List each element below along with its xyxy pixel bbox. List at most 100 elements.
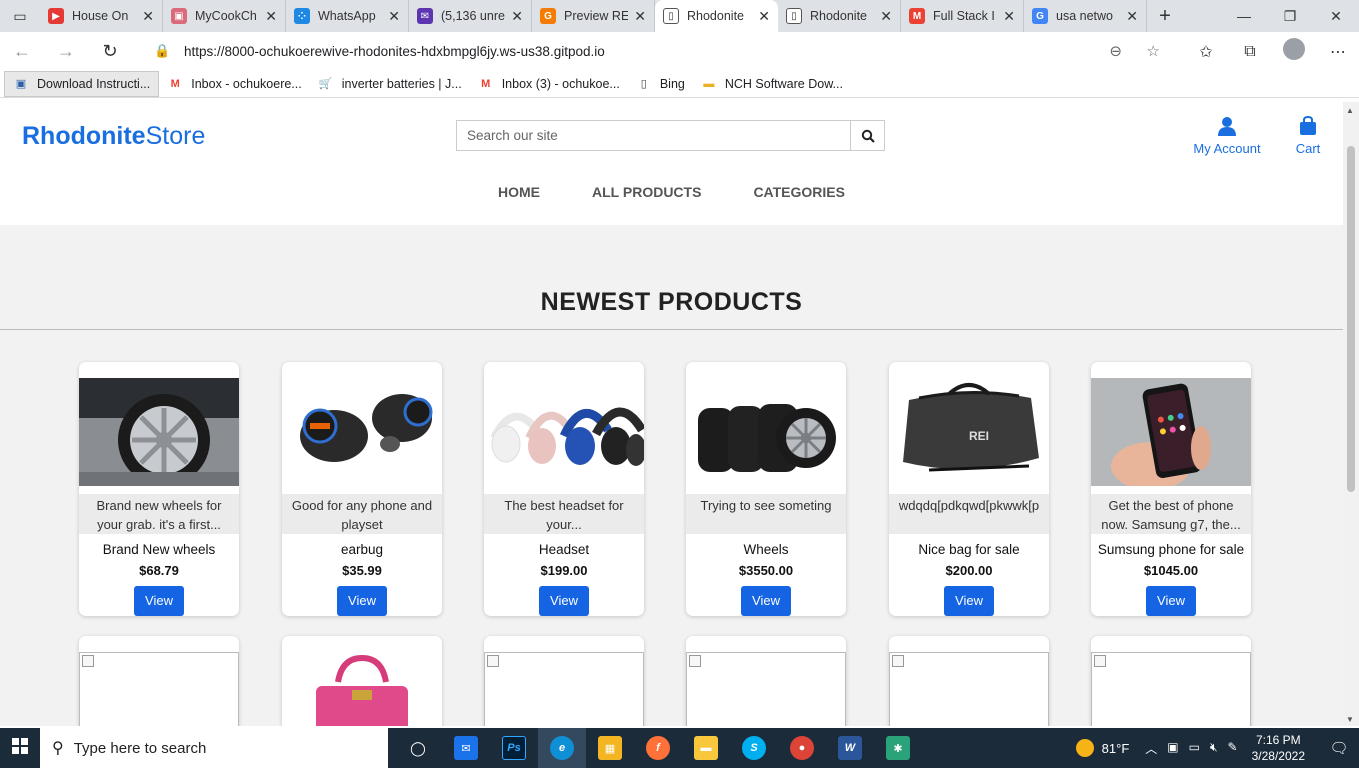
close-tab-icon[interactable]: ✕ — [634, 8, 646, 25]
view-product-button[interactable]: View — [539, 586, 589, 616]
refresh-icon[interactable]: ↻ — [88, 41, 132, 62]
task-view-icon[interactable]: ◯ — [394, 728, 442, 768]
pen-icon[interactable]: ✎ — [1228, 740, 1238, 757]
store-app-icon[interactable]: ▦ — [586, 728, 634, 768]
url-text[interactable]: https://8000-ochukoerewive-rhodonites-hd… — [184, 44, 605, 59]
view-product-button[interactable]: View — [741, 586, 791, 616]
file-explorer-icon[interactable]: ▬ — [682, 728, 730, 768]
bookmark-item[interactable]: M Inbox (3) - ochukoe... — [470, 71, 628, 97]
tab-title[interactable]: usa netwo — [1056, 9, 1120, 23]
logo-text-store[interactable]: Store — [146, 122, 206, 150]
device-icon[interactable]: ▣ — [1167, 740, 1178, 757]
tab-title[interactable]: (5,136 unre — [441, 9, 505, 23]
zoom-icon[interactable]: ⊖ — [1109, 42, 1122, 60]
close-tab-icon[interactable]: ✕ — [265, 8, 277, 25]
app-icon[interactable]: ✱ — [874, 728, 922, 768]
browser-tab[interactable]: G Preview RE ✕ — [532, 0, 655, 32]
cart-label[interactable]: Cart — [1296, 141, 1321, 156]
taskbar-search-placeholder[interactable]: Type here to search — [74, 740, 207, 757]
close-window-icon[interactable]: ✕ — [1313, 0, 1359, 32]
windows-start-icon[interactable] — [0, 737, 40, 759]
view-product-button[interactable]: View — [944, 586, 994, 616]
close-tab-icon[interactable]: ✕ — [880, 8, 892, 25]
bookmark-item[interactable]: 🛒 inverter batteries | J... — [310, 71, 470, 97]
user-icon[interactable] — [1192, 116, 1262, 141]
close-tab-icon[interactable]: ✕ — [511, 8, 523, 25]
bookmark-item[interactable]: ▯ Bing — [628, 71, 693, 97]
nav-link-all-products[interactable]: ALL PRODUCTS — [591, 184, 702, 200]
bookmark-item[interactable]: ▣ Download Instructi... — [4, 70, 160, 97]
scroll-down-icon[interactable]: ▼ — [1346, 715, 1354, 724]
logo-text-main[interactable]: Rhodonite — [22, 122, 146, 150]
scrollbar-thumb[interactable] — [1347, 146, 1355, 492]
show-hidden-icons-icon[interactable]: ︿ — [1145, 740, 1157, 757]
back-icon[interactable]: ← — [0, 41, 44, 62]
tab-title[interactable]: Rhodonite — [810, 9, 874, 23]
browser-tab[interactable]: ⁘ WhatsApp ✕ — [286, 0, 409, 32]
mail-app-icon[interactable]: ✉ — [442, 728, 490, 768]
browser-tab[interactable]: M Full Stack I ✕ — [901, 0, 1024, 32]
cart-link[interactable]: Cart — [1290, 115, 1326, 156]
bookmark-label[interactable]: Bing — [660, 77, 685, 91]
close-tab-icon[interactable]: ✕ — [388, 8, 400, 25]
new-tab-button[interactable]: + — [1147, 5, 1183, 28]
browser-tab[interactable]: ▯ Rhodonite ✕ — [778, 0, 901, 32]
close-tab-icon[interactable]: ✕ — [1003, 8, 1015, 25]
maximize-icon[interactable]: ❐ — [1267, 0, 1313, 32]
close-tab-icon[interactable]: ✕ — [758, 8, 770, 25]
bookmark-label[interactable]: Download Instructi... — [37, 77, 150, 91]
add-favorite-icon[interactable]: ☆ — [1147, 42, 1160, 60]
close-tab-icon[interactable]: ✕ — [1126, 8, 1138, 25]
profile-avatar[interactable] — [1281, 38, 1307, 65]
tab-actions-icon[interactable]: ▭ — [0, 0, 40, 32]
site-search-input[interactable]: Search our site — [457, 121, 850, 150]
bookmark-item[interactable]: M Inbox - ochukoere... — [159, 71, 309, 97]
lock-icon[interactable]: 🔒 — [154, 43, 174, 59]
bookmark-item[interactable]: ▬ NCH Software Dow... — [693, 71, 851, 97]
site-logo[interactable]: RhodoniteStore — [22, 122, 205, 151]
scroll-up-icon[interactable]: ▲ — [1346, 106, 1354, 115]
favorites-icon[interactable]: ✩ — [1193, 42, 1219, 62]
view-product-button[interactable]: View — [134, 586, 184, 616]
shopping-bag-icon[interactable] — [1290, 115, 1326, 141]
minimize-icon[interactable]: — — [1221, 0, 1267, 32]
taskbar-search-box[interactable]: ⚲ Type here to search — [40, 728, 388, 768]
bookmark-label[interactable]: inverter batteries | J... — [342, 77, 462, 91]
tab-title[interactable]: MyCookCh — [195, 9, 259, 23]
my-account-link[interactable]: My Account — [1192, 116, 1262, 156]
tab-title[interactable]: Rhodonite — [687, 9, 752, 23]
browser-tab[interactable]: Gusa netwo ✕ — [1024, 0, 1147, 32]
bookmark-label[interactable]: Inbox - ochukoere... — [191, 77, 301, 91]
browser-tab[interactable]: ✉ (5,136 unre ✕ — [409, 0, 532, 32]
weather-widget[interactable]: 81°F — [1075, 739, 1129, 757]
my-account-label[interactable]: My Account — [1193, 141, 1260, 156]
tab-title[interactable]: House On — [72, 9, 136, 23]
bookmark-label[interactable]: Inbox (3) - ochukoe... — [502, 77, 620, 91]
view-product-button[interactable]: View — [1146, 586, 1196, 616]
browser-tab[interactable]: ▯ Rhodonite ✕ — [655, 0, 778, 32]
nav-link-home[interactable]: HOME — [497, 184, 541, 200]
forward-icon[interactable]: → — [44, 41, 88, 62]
chrome-icon[interactable]: ● — [778, 728, 826, 768]
photoshop-icon[interactable]: Ps — [490, 728, 538, 768]
bookmark-label[interactable]: NCH Software Dow... — [725, 77, 843, 91]
notifications-icon[interactable]: 🗨︎ — [1319, 739, 1359, 757]
firefox-icon[interactable]: f — [634, 728, 682, 768]
browser-tab[interactable]: ▶ House On ✕ — [40, 0, 163, 32]
nav-link-categories[interactable]: CATEGORIES — [752, 184, 846, 200]
edge-browser-icon[interactable]: e — [538, 728, 586, 768]
tab-title[interactable]: Preview RE — [564, 9, 628, 23]
settings-menu-icon[interactable]: ⋯ — [1325, 42, 1351, 62]
collections-icon[interactable]: ⧉ — [1237, 43, 1263, 61]
skype-icon[interactable]: S — [730, 728, 778, 768]
page-scrollbar[interactable]: ▲ ▼ — [1343, 102, 1359, 726]
view-product-button[interactable]: View — [337, 586, 387, 616]
url-field[interactable]: 🔒 https://8000-ochukoerewive-rhodonites-… — [142, 37, 1172, 65]
tab-title[interactable]: WhatsApp — [318, 9, 382, 23]
browser-tab[interactable]: ▣ MyCookCh ✕ — [163, 0, 286, 32]
clock[interactable]: 7:16 PM 3/28/2022 — [1252, 732, 1305, 764]
battery-icon[interactable]: ▭ — [1189, 740, 1200, 757]
volume-muted-icon[interactable]: 🔇︎ — [1210, 740, 1218, 757]
word-icon[interactable]: W — [826, 728, 874, 768]
search-icon[interactable] — [850, 121, 884, 150]
